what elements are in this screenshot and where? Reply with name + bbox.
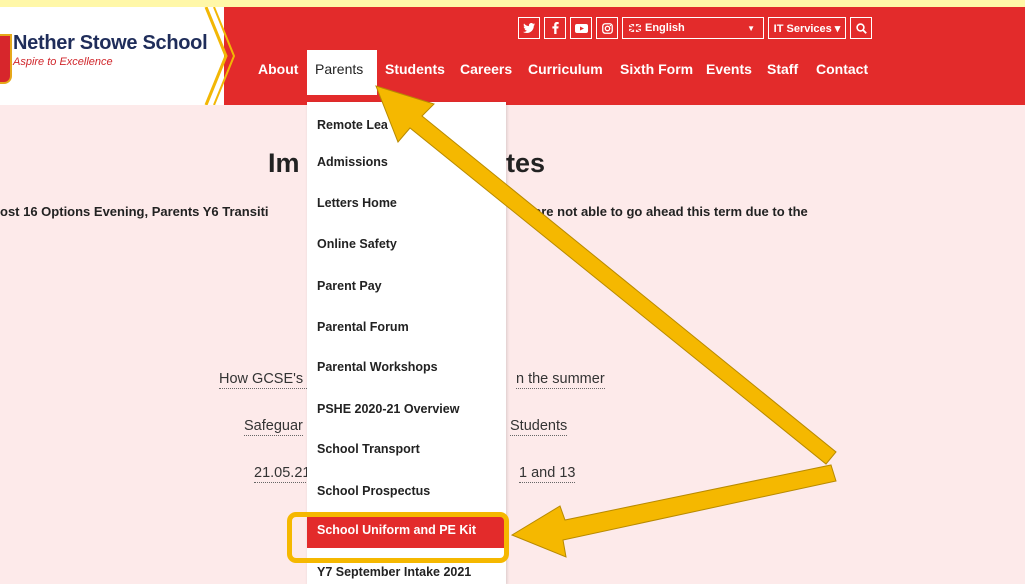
arrow-to-uniform bbox=[510, 464, 837, 558]
arrow-to-parents bbox=[375, 85, 837, 465]
annotation-arrows bbox=[375, 85, 837, 558]
